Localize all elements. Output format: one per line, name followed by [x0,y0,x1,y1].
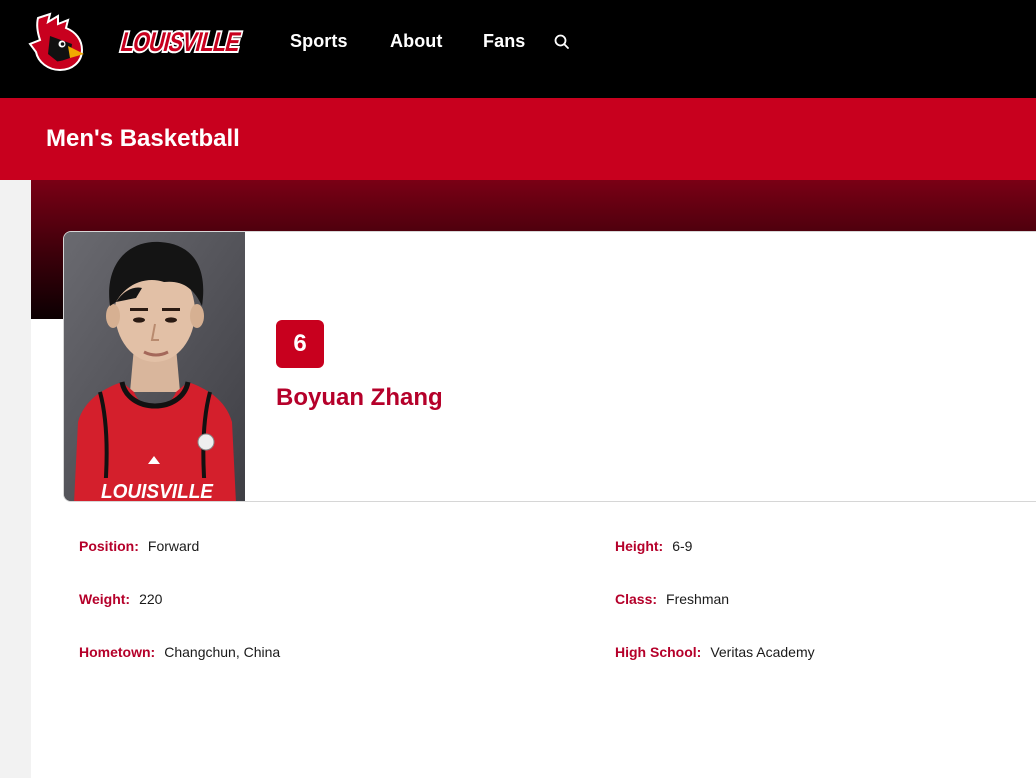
player-headshot: LOUISVILLE [64,232,245,502]
search-icon[interactable] [553,33,571,51]
detail-weight: Weight: 220 [79,591,162,607]
detail-value: Changchun, China [164,644,281,660]
louisville-wordmark[interactable]: LOUISVILLE LOUISVILLE [118,24,244,58]
detail-label: Hometown: [79,644,156,660]
svg-text:LOUISVILLE: LOUISVILLE [118,26,244,57]
nav-about[interactable]: About [390,31,442,52]
detail-value: 220 [139,591,163,607]
player-headshot-image: LOUISVILLE [64,232,245,502]
sport-header-bar: Men's Basketball [0,98,1036,180]
detail-value: Freshman [666,591,730,607]
sport-title[interactable]: Men's Basketball [46,125,240,153]
detail-label: Position: [79,538,139,554]
detail-class: Class: Freshman [615,591,729,607]
detail-label: Weight: [79,591,131,607]
jersey-number-badge: 6 [276,320,324,368]
cardinal-logo-icon[interactable] [28,10,88,74]
nav-fans[interactable]: Fans [483,31,525,52]
detail-high-school: High School: Veritas Academy [615,644,815,660]
detail-value: 6-9 [672,538,693,554]
detail-position: Position: Forward [79,538,199,554]
svg-text:LOUISVILLE: LOUISVILLE [101,481,214,502]
detail-hometown: Hometown: Changchun, China [79,644,280,660]
player-profile-card: LOUISVILLE 6 Boyuan Zhang [63,231,1036,502]
detail-height: Height: 6-9 [615,538,692,554]
top-navigation: LOUISVILLE LOUISVILLE Sports About Fans [0,0,1036,98]
detail-value: Veritas Academy [710,644,815,660]
nav-sports[interactable]: Sports [290,31,348,52]
detail-label: Height: [615,538,664,554]
detail-value: Forward [147,538,200,554]
detail-label: Class: [615,591,658,607]
player-name: Boyuan Zhang [276,384,443,411]
detail-label: High School: [615,644,702,660]
